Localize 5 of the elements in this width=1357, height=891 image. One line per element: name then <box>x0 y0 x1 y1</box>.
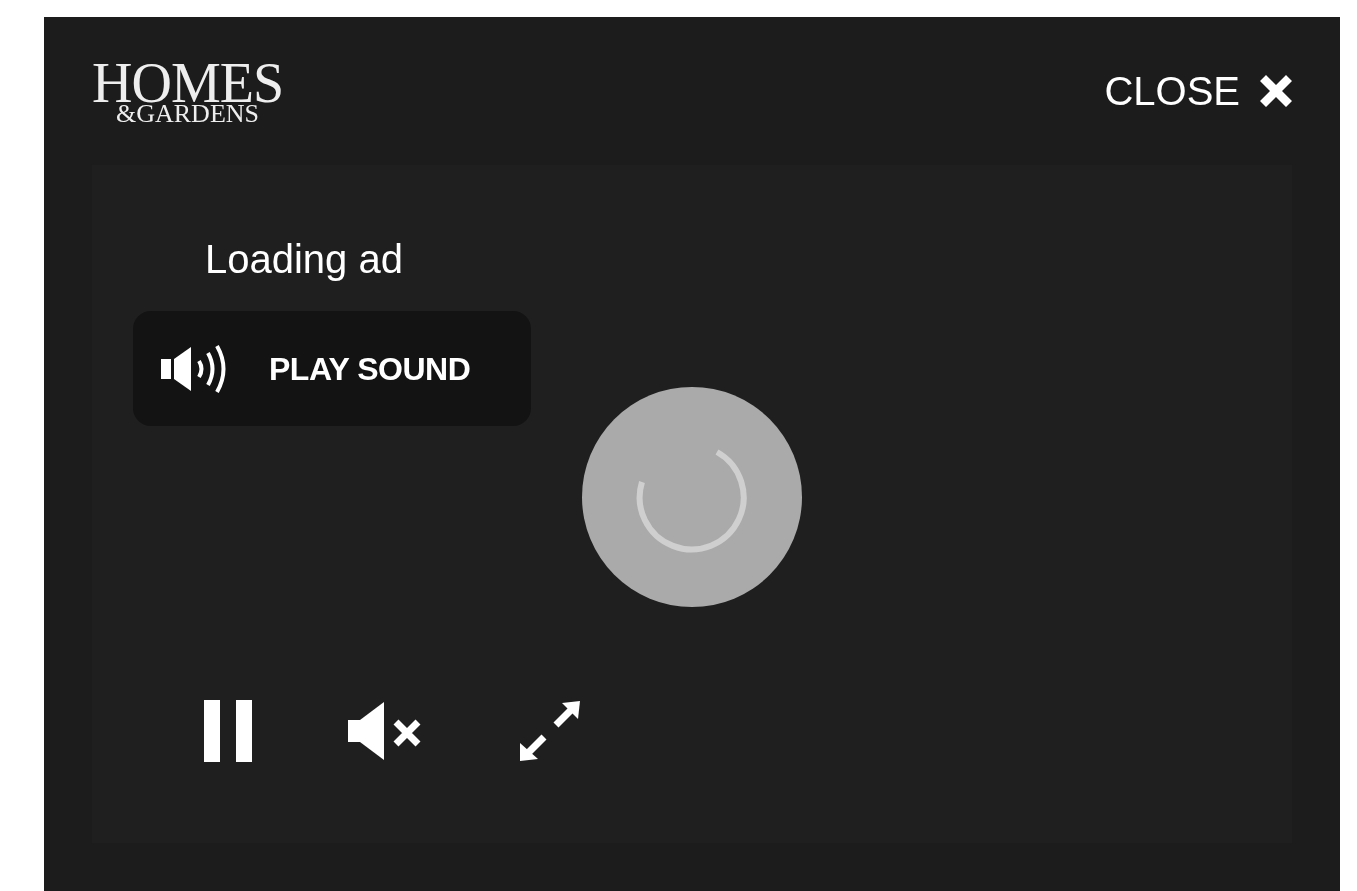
loading-text: Loading ad <box>205 236 404 283</box>
close-button[interactable]: CLOSE <box>1104 61 1298 121</box>
play-sound-button[interactable]: PLAY SOUND <box>133 311 531 426</box>
logo: HOMES &GARDENS <box>92 55 284 127</box>
loading-spinner-icon <box>582 387 802 607</box>
